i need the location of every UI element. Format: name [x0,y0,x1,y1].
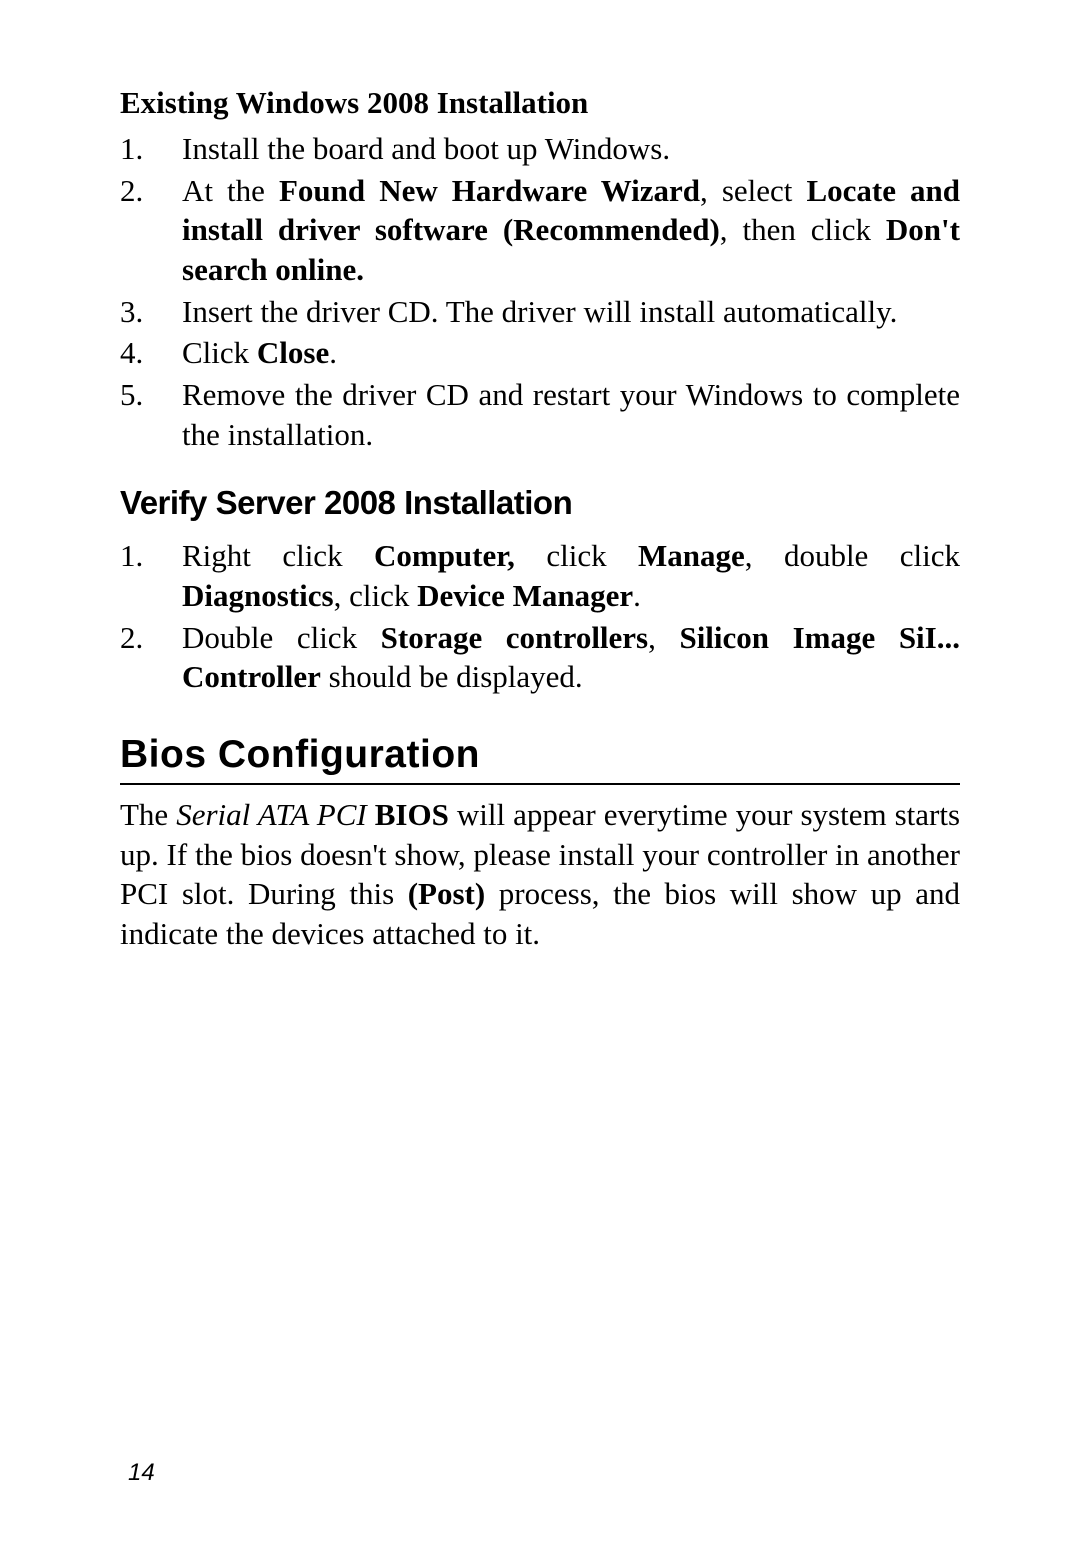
list-item: 1. Install the board and boot up Windows… [120,129,960,169]
list-item: 5. Remove the driver CD and restart your… [120,375,960,454]
page-number: 14 [128,1459,155,1487]
list-number: 1. [120,536,182,615]
list-number: 1. [120,129,182,169]
list-number: 2. [120,618,182,697]
list-number: 5. [120,375,182,454]
list-text: Remove the driver CD and restart your Wi… [182,375,960,454]
list-item: 4. Click Close. [120,333,960,373]
list-item: 2. Double click Storage controllers, Sil… [120,618,960,697]
list-number: 4. [120,333,182,373]
list-item: 2. At the Found New Hardware Wizard, sel… [120,171,960,290]
list-number: 3. [120,292,182,332]
list-number: 2. [120,171,182,290]
bios-config-heading: Bios Configuration [120,733,960,785]
list-text: Right click Computer, click Manage, doub… [182,536,960,615]
bios-paragraph: The Serial ATA PCI BIOS will appear ever… [120,795,960,954]
list-text: At the Found New Hardware Wizard, select… [182,171,960,290]
list-text: Insert the driver CD. The driver will in… [182,292,960,332]
list-text: Click Close. [182,333,960,373]
list-text: Double click Storage controllers, Silico… [182,618,960,697]
list-item: 3. Insert the driver CD. The driver will… [120,292,960,332]
list-item: 1. Right click Computer, click Manage, d… [120,536,960,615]
existing-windows-heading: Existing Windows 2008 Installation [120,85,960,121]
verify-server-heading: Verify Server 2008 Installation [120,484,960,522]
list-text: Install the board and boot up Windows. [182,129,960,169]
